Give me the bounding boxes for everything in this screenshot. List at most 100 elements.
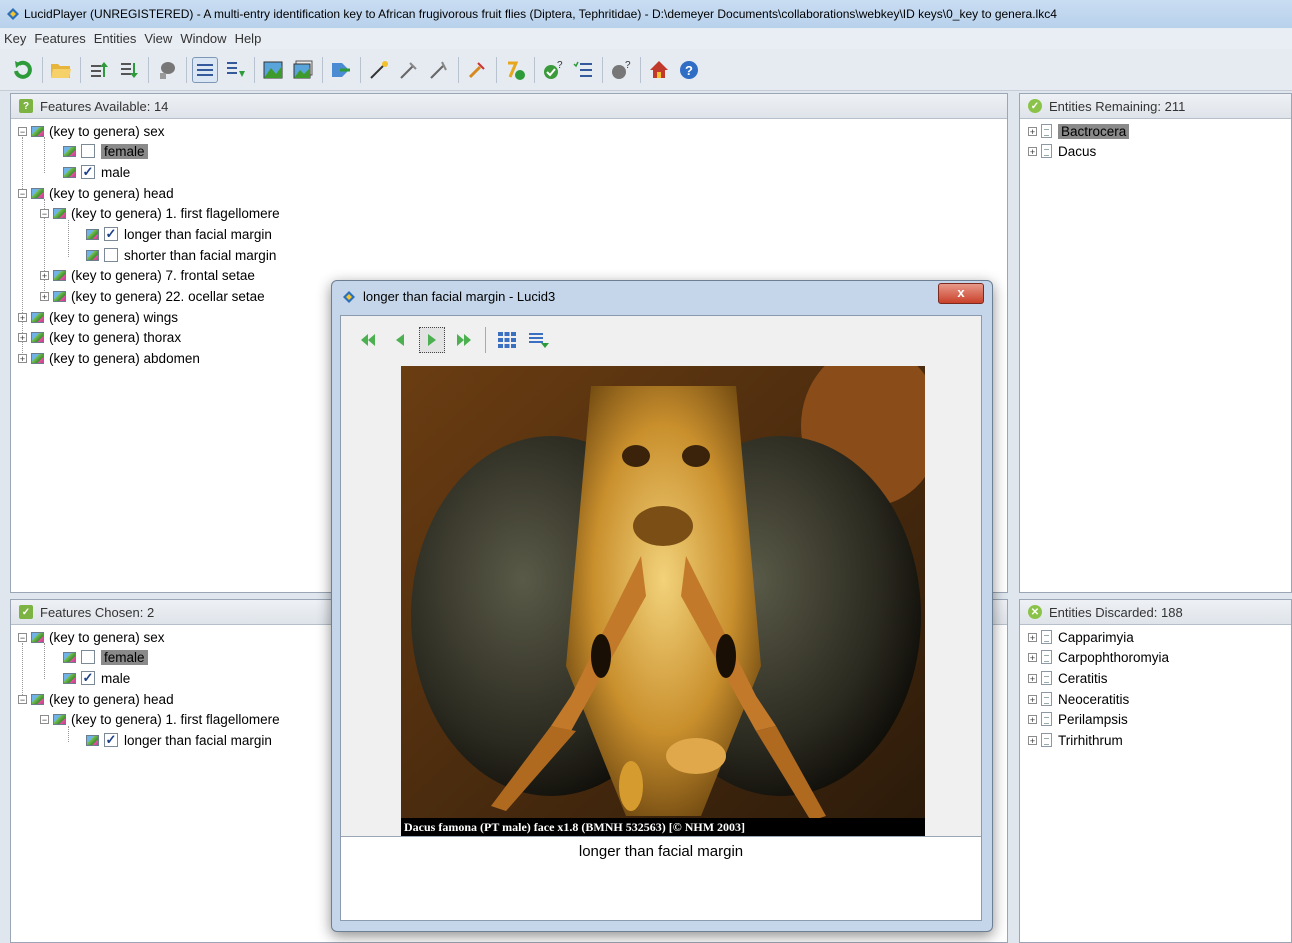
list-item[interactable]: + Capparimyia [1028, 627, 1134, 647]
close-button[interactable]: x [938, 283, 984, 304]
wand-alt2-icon[interactable] [426, 57, 452, 83]
tree-row[interactable]: + (key to genera) abdomen [18, 348, 200, 368]
menu-view[interactable]: View [140, 31, 176, 46]
feature-image-icon [31, 631, 44, 643]
checkbox-checked[interactable]: ✓ [81, 671, 95, 685]
checklist-icon[interactable] [570, 57, 596, 83]
menu-entities[interactable]: Entities [90, 31, 141, 46]
tree-row[interactable]: shorter than facial margin [86, 245, 276, 265]
restart-icon[interactable] [10, 57, 36, 83]
promote-icon[interactable] [86, 57, 112, 83]
pin-icon[interactable] [464, 57, 490, 83]
tree-row[interactable]: ✓ longer than facial margin [86, 224, 272, 244]
help-icon[interactable]: ? [676, 57, 702, 83]
wand-icon[interactable] [366, 57, 392, 83]
expand-icon[interactable]: + [1028, 735, 1037, 745]
checkbox-checked[interactable]: ✓ [81, 165, 95, 179]
tree-row[interactable]: female [63, 141, 148, 161]
tree-row[interactable]: − (key to genera) head [18, 689, 174, 709]
feature-image-icon [63, 166, 76, 178]
description-icon[interactable] [526, 327, 552, 353]
calc-icon[interactable] [502, 57, 528, 83]
tree-row[interactable]: ✓ longer than facial margin [86, 730, 272, 750]
first-image-icon[interactable] [355, 327, 381, 353]
menu-features[interactable]: Features [30, 31, 89, 46]
tree-row[interactable]: ✓ male [63, 162, 130, 182]
tree-row[interactable]: − (key to genera) head [18, 183, 174, 203]
expand-icon[interactable]: + [40, 270, 49, 280]
checkbox[interactable] [104, 248, 118, 262]
checkbox-checked[interactable]: ✓ [104, 733, 118, 747]
home-icon[interactable] [646, 57, 672, 83]
expand-icon[interactable]: + [1028, 673, 1037, 683]
collapse-icon[interactable]: − [40, 208, 49, 218]
tree-row[interactable]: + (key to genera) 7. frontal setae [40, 265, 255, 285]
list-item[interactable]: + Neoceratitis [1028, 689, 1129, 709]
tree-label: longer than facial margin [124, 226, 272, 242]
checkbox[interactable] [81, 650, 95, 664]
tree-row[interactable]: − (key to genera) sex [18, 627, 165, 647]
tree-label: female [101, 143, 148, 159]
tree-row[interactable]: + (key to genera) thorax [18, 327, 181, 347]
expand-icon[interactable]: + [40, 291, 49, 301]
list-item[interactable]: + Bactrocera [1028, 121, 1130, 141]
previous-image-icon[interactable] [387, 327, 413, 353]
list-item[interactable]: + Carpophthoromyia [1028, 647, 1169, 667]
wand-alt-icon[interactable] [396, 57, 422, 83]
menu-key[interactable]: Key [0, 31, 30, 46]
last-image-icon[interactable] [451, 327, 477, 353]
image-gallery-icon[interactable] [290, 57, 316, 83]
collapse-icon[interactable]: − [40, 714, 49, 724]
image-nav-toolbar [355, 327, 558, 353]
feature-image-icon [31, 352, 44, 364]
compare-icon[interactable] [328, 57, 354, 83]
tree-row[interactable]: − (key to genera) 1. first flagellomere [40, 203, 280, 223]
list-item[interactable]: + Ceratitis [1028, 668, 1108, 688]
entity-label: Dacus [1058, 143, 1097, 159]
list-item[interactable]: + Perilampsis [1028, 709, 1128, 729]
menu-help[interactable]: Help [231, 31, 266, 46]
expand-icon[interactable]: + [1028, 714, 1037, 724]
check-question-icon[interactable]: ? [540, 57, 566, 83]
best-icon[interactable] [154, 57, 180, 83]
tree-row[interactable]: female [63, 647, 148, 667]
thumbnails-icon[interactable] [494, 327, 520, 353]
toolbar: ? ? ? [0, 49, 1292, 91]
feature-image-icon [86, 228, 99, 240]
expand-icon[interactable]: + [18, 312, 27, 322]
document-icon [1041, 124, 1052, 138]
tree-row[interactable]: ✓ male [63, 668, 130, 688]
open-folder-icon[interactable] [48, 57, 74, 83]
expand-icon[interactable]: + [1028, 694, 1037, 704]
feature-image-icon [31, 187, 44, 199]
expand-icon[interactable]: + [18, 353, 27, 363]
tree-row[interactable]: − (key to genera) sex [18, 121, 165, 141]
tree-label: (key to genera) 22. ocellar setae [71, 288, 265, 304]
checkbox[interactable] [81, 144, 95, 158]
tree-row[interactable]: + (key to genera) 22. ocellar setae [40, 286, 265, 306]
expand-icon[interactable]: + [1028, 146, 1037, 156]
expand-icon[interactable]: + [1028, 126, 1037, 136]
demote-icon[interactable] [116, 57, 142, 83]
question-box-icon: ? [19, 99, 33, 113]
image-icon[interactable] [260, 57, 286, 83]
collapse-icon[interactable]: − [18, 188, 27, 198]
checkbox-checked[interactable]: ✓ [104, 227, 118, 241]
list-item[interactable]: + Dacus [1028, 141, 1096, 161]
tree-row[interactable]: − (key to genera) 1. first flagellomere [40, 709, 280, 729]
feature-image-icon [53, 269, 66, 281]
next-image-icon[interactable] [419, 327, 445, 353]
expand-icon[interactable]: + [1028, 652, 1037, 662]
expand-icon[interactable]: + [18, 332, 27, 342]
tree-row[interactable]: + (key to genera) wings [18, 307, 178, 327]
collapse-icon[interactable]: − [18, 694, 27, 704]
collapse-icon[interactable]: − [18, 632, 27, 642]
question-icon[interactable]: ? [608, 57, 634, 83]
list-item[interactable]: + Trirhithrum [1028, 730, 1123, 750]
list-view-icon[interactable] [192, 56, 218, 83]
tree-view-icon[interactable] [222, 57, 248, 83]
feature-image-icon [53, 713, 66, 725]
menu-window[interactable]: Window [176, 31, 230, 46]
collapse-icon[interactable]: − [18, 126, 27, 136]
expand-icon[interactable]: + [1028, 632, 1037, 642]
